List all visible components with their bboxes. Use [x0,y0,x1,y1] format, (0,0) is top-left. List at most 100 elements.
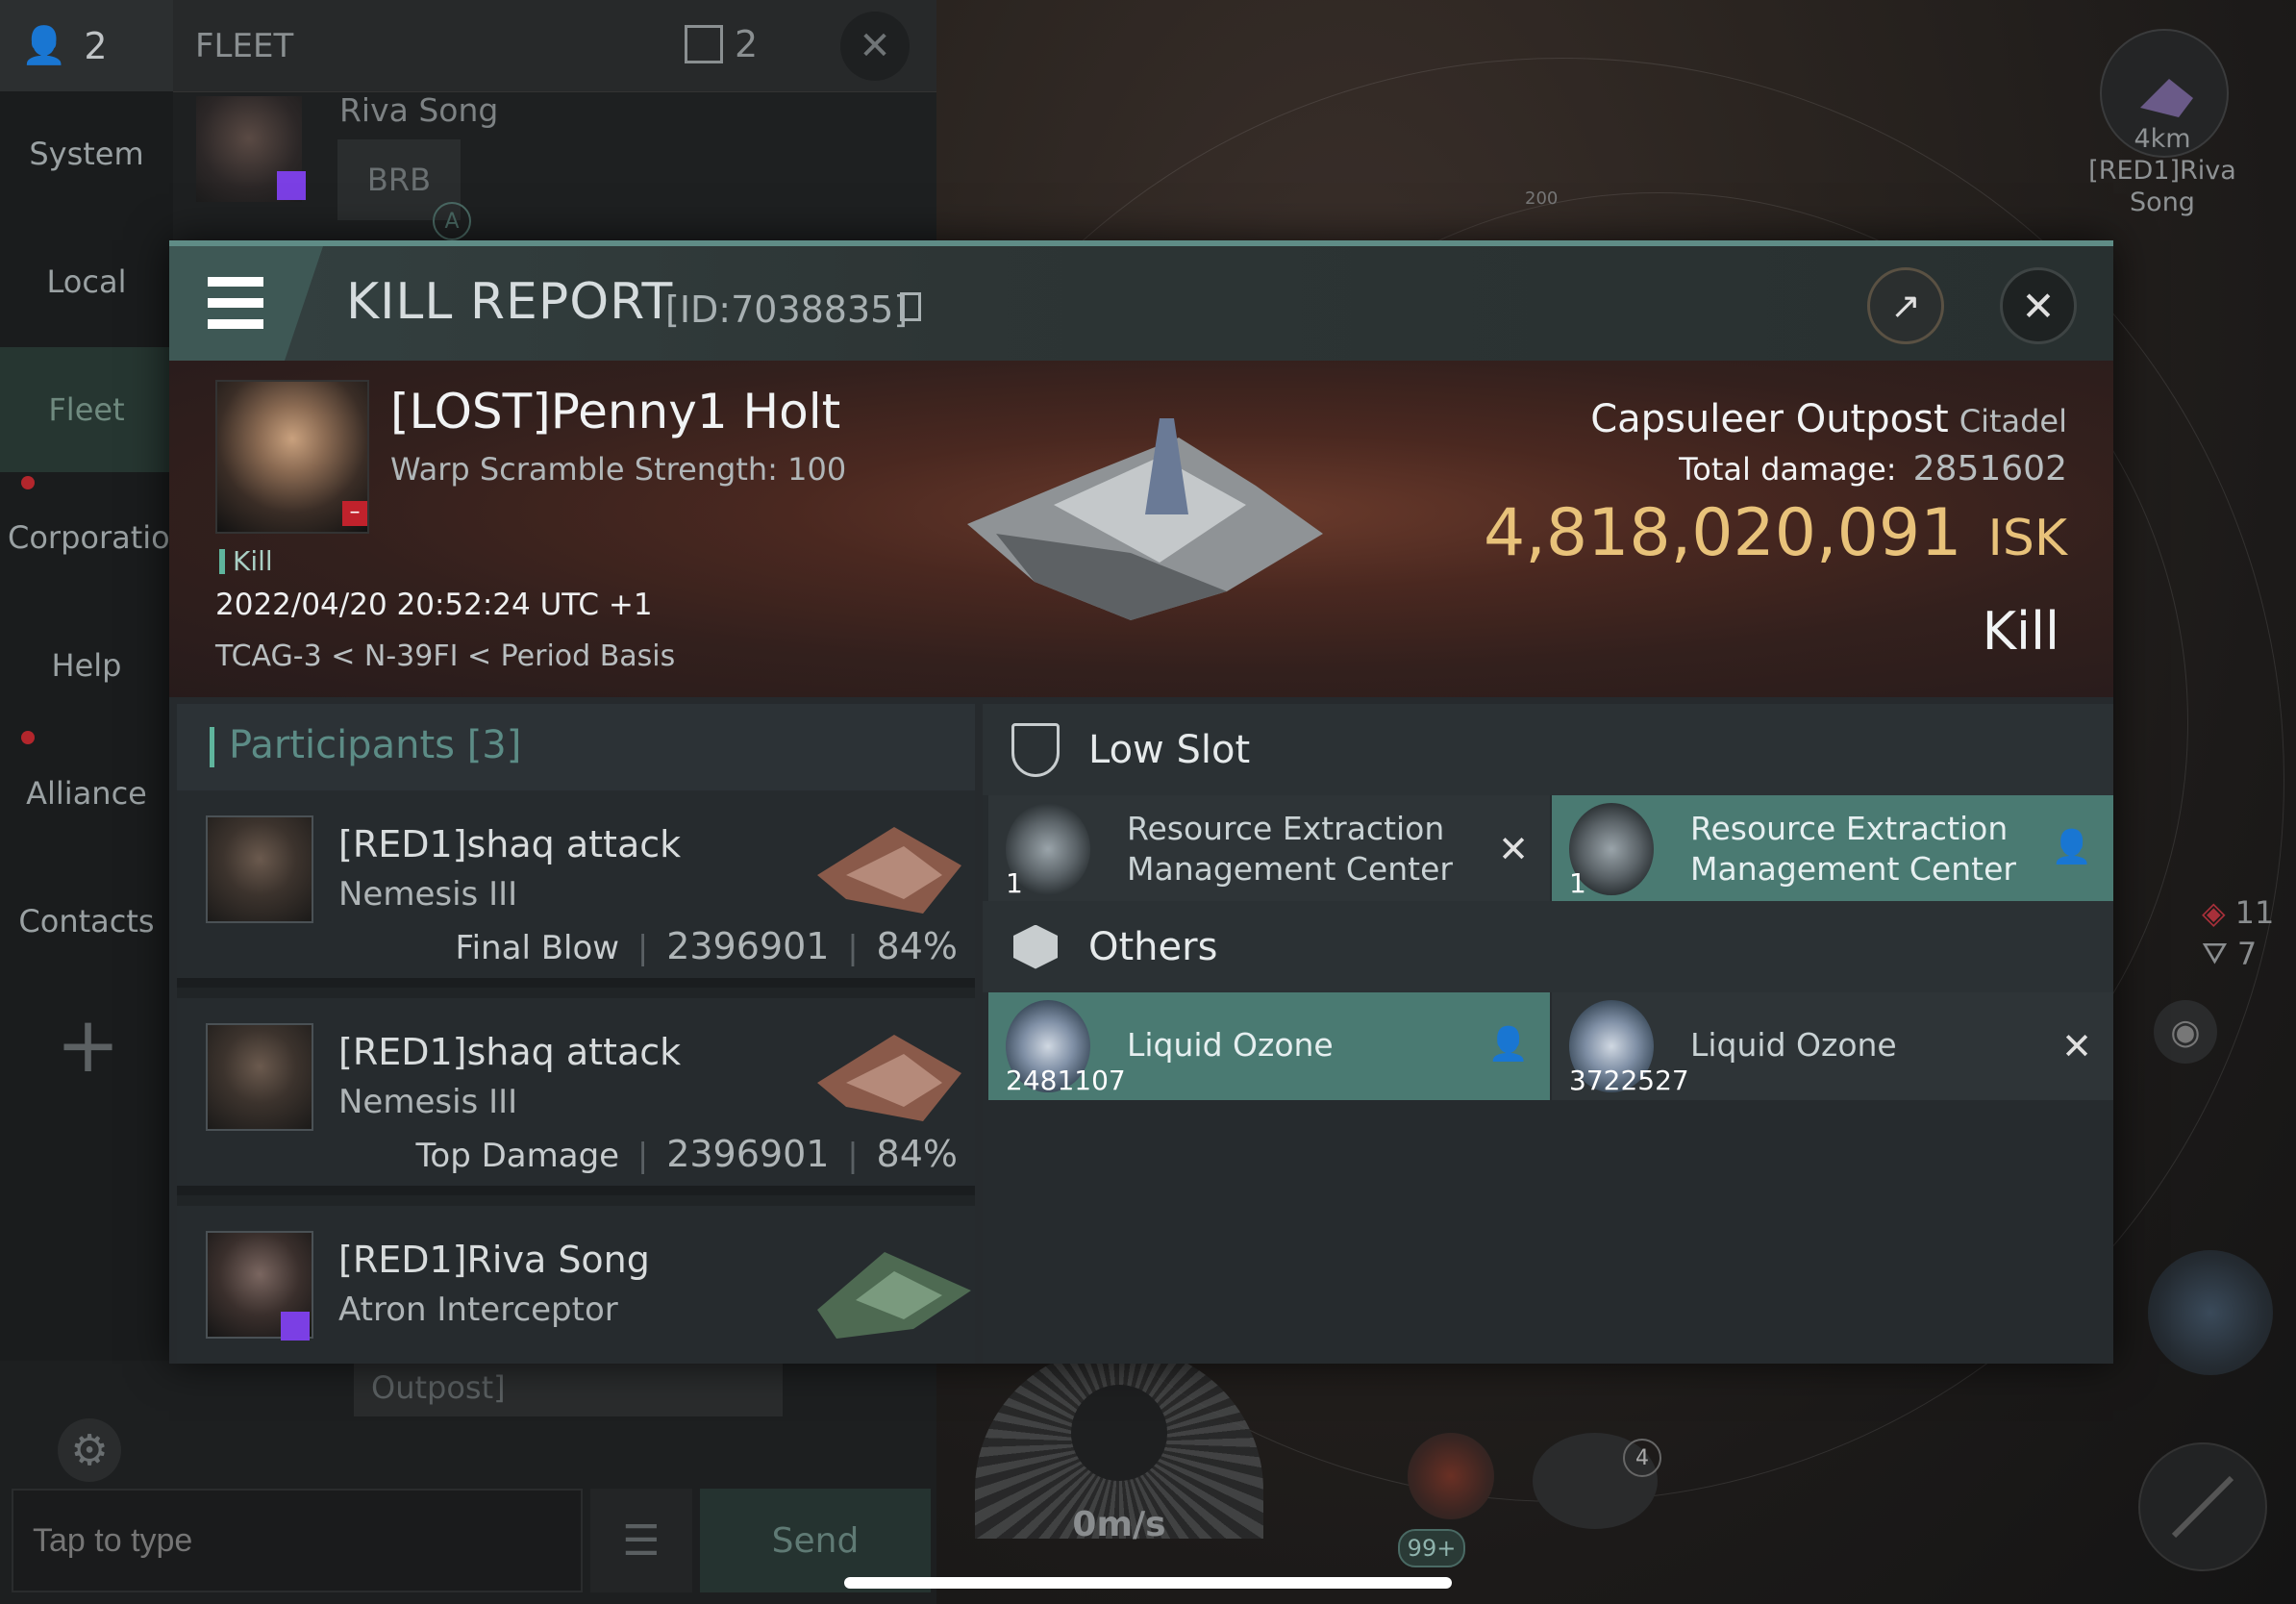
participant-row[interactable]: [RED1]Riva Song Atron Interceptor [177,1206,975,1364]
target-name-cont: Song [2130,188,2195,217]
weapons-button[interactable] [2138,1442,2267,1571]
copy-icon[interactable] [900,292,921,321]
speed-readout: 0m/s [1072,1505,1166,1544]
share-icon[interactable]: ↗ [1867,267,1944,344]
close-icon[interactable]: ✕ [2000,267,2077,344]
item-tile[interactable]: 3722527 Liquid Ozone ✕ [1552,992,2113,1100]
item-quantity: 3722527 [1569,1065,1689,1096]
low-slot-icon [1011,722,1060,777]
destroyed-icon: ✕ [1498,828,1529,870]
hostile-count: 11 [2234,894,2275,931]
participants-label: Participants [229,723,455,767]
victim-banner: – [LOST]Penny1 Holt Warp Scramble Streng… [169,361,2113,697]
target-distance: 4km [2134,124,2191,154]
items-panel: Low Slot 1 Resource Extraction Managemen… [983,704,2113,1364]
item-tile[interactable]: 2481107 Liquid Ozone 👤 [988,992,1550,1100]
channel-nav: System Local Fleet Corporation Help Alli… [0,91,189,1361]
pilot-name: [RED1]Riva Song [338,1239,650,1281]
blow-role: Top Damage [415,1137,620,1175]
kill-location[interactable]: TCAG-3 < N-39FI < Period Basis [215,639,675,673]
notification-dot [21,731,35,744]
cargo-icon [1013,924,1058,969]
nav-alliance[interactable]: Alliance [0,731,173,856]
kill-report-dialog: KILL REPORT [ID:7038835] ↗ ✕ – [LOST]Pen… [169,240,2113,1364]
isk-unit: ISK [1987,510,2067,567]
warp-button[interactable] [2148,1250,2273,1375]
overflow-badge: 99+ [1398,1529,1465,1567]
crossed-arrows-icon [2171,1475,2234,1539]
nav-fleet[interactable]: Fleet [0,347,173,472]
kill-result: Kill [1982,601,2059,662]
notification-dot [21,476,35,489]
squad-icon [685,25,723,63]
item-tile[interactable]: 1 Resource Extraction Management Center … [1552,795,2113,903]
damage-percent: 84% [876,1133,958,1175]
slot-badge: 4 [1623,1439,1661,1477]
participant-row[interactable]: [RED1]shaq attack Nemesis III Final Blow… [177,790,975,988]
hostile-badge: – [342,501,367,526]
neutral-count: 7 [2236,935,2258,972]
dropped-icon: 👤 [1487,1025,1529,1064]
kill-tag-label: Kill [233,545,273,577]
victim-name: [LOST]Penny1 Holt [390,384,841,439]
total-damage-value: 2851602 [1912,449,2067,489]
others-header: Others [983,901,2113,992]
nav-system[interactable]: System [0,91,173,216]
fleet-title: FLEET [195,27,294,65]
squad-count-value: 2 [735,23,759,65]
user-icon: 👤 [21,24,67,66]
eye-icon[interactable]: ◉ [2154,1000,2217,1064]
home-indicator[interactable] [844,1577,1452,1589]
nav-corporation[interactable]: Corporation [0,475,189,600]
close-icon[interactable]: ✕ [840,12,910,81]
kill-timestamp: 2022/04/20 20:52:24 UTC +1 [215,588,653,622]
target-info: Capsuleer Outpost Citadel [1590,397,2067,441]
damage-value: 2396901 [666,925,830,967]
item-tile[interactable]: 1 Resource Extraction Management Center … [988,795,1550,903]
menu-icon[interactable]: ☰ [590,1489,692,1592]
dropped-icon: 👤 [2051,828,2092,866]
pilot-portrait [206,815,313,923]
item-quantity: 2481107 [1006,1065,1126,1096]
header-marker [210,727,214,767]
add-channel-icon[interactable]: + [56,1007,120,1084]
fleet-member-name: Riva Song [339,91,499,129]
blow-role: Final Blow [455,929,620,967]
ship-icon [817,827,961,914]
corp-badge [281,1312,310,1341]
others-title: Others [1088,924,1218,969]
chat-input[interactable] [13,1491,581,1591]
neutral-icon: ⛛ [2202,935,2228,971]
target-label: 4km [RED1]Riva Song [2061,123,2263,218]
kill-tag: Kill [219,545,273,577]
module-button[interactable] [1408,1433,1494,1519]
damage-line: Final Blow | 2396901 | 84% [455,925,958,967]
nav-contacts[interactable]: Contacts [0,859,173,984]
item-name: Resource Extraction [1127,810,1445,847]
menu-button[interactable] [169,246,323,361]
total-damage-label: Total damage: [1679,451,1897,488]
citadel-icon [967,418,1323,620]
nav-local[interactable]: Local [0,219,173,344]
nav-help[interactable]: Help [0,603,173,728]
ship-icon [817,1252,971,1339]
report-id: [ID:7038835] [665,288,909,331]
total-damage: Total damage: 2851602 [1679,449,2067,489]
item-name: Resource Extraction [1690,810,2009,847]
squad-count[interactable]: 2 [685,23,758,65]
corp-badge [277,171,306,200]
item-quantity: 1 [1569,867,1586,899]
participant-row[interactable]: [RED1]shaq attack Nemesis III Top Damage… [177,998,975,1195]
member-count[interactable]: 👤 2 [0,0,173,91]
item-name-cont: Management Center [1127,850,1453,888]
menu-icon [208,319,263,329]
participants-header: Participants [3] [177,704,975,790]
hostile-icon: ◈ [2202,894,2226,931]
kill-tag-marker [219,548,225,574]
pilot-name: [RED1]shaq attack [338,823,682,865]
target-class: Citadel [1959,403,2067,439]
pilot-name: [RED1]shaq attack [338,1031,682,1073]
range-label: 200 [1525,188,1559,209]
gear-icon[interactable]: ⚙ [58,1418,121,1482]
member-count-value: 2 [84,24,108,67]
